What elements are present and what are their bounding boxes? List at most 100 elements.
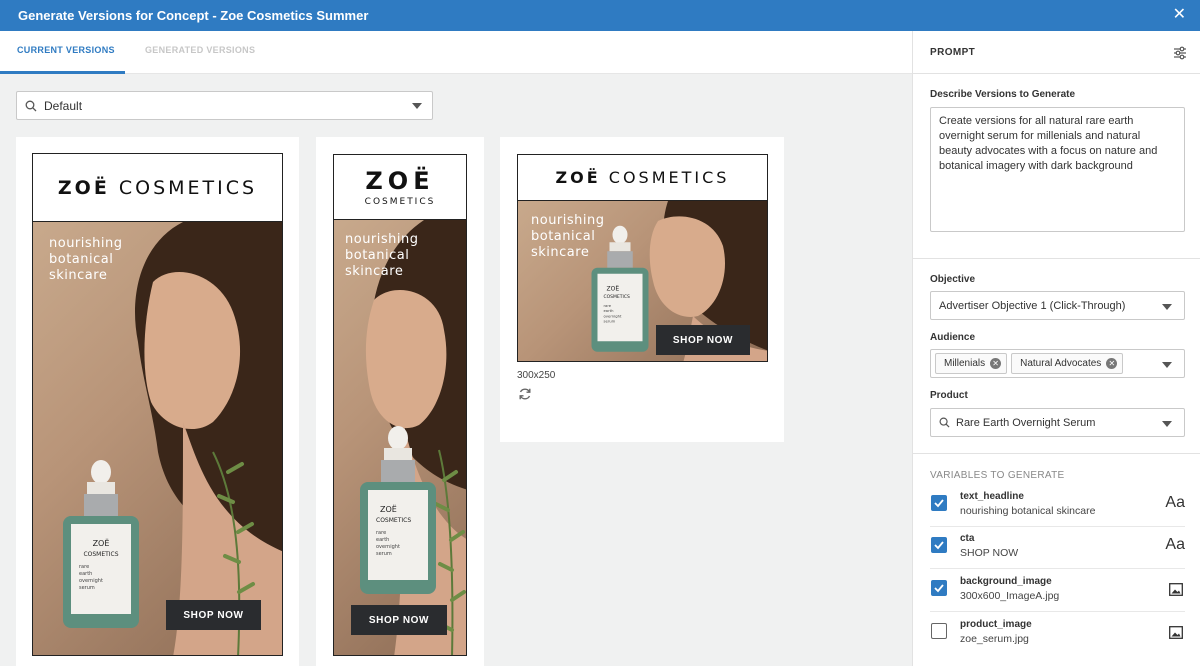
checkbox[interactable] bbox=[931, 495, 947, 511]
ad-background-image: nourishing botanical skincare ZOË COSMET… bbox=[334, 220, 466, 655]
image-icon bbox=[1169, 626, 1183, 639]
ad-preview-160x600: ZOË COSMETICS nourishing botanical skinc… bbox=[333, 154, 467, 656]
svg-text:serum: serum bbox=[376, 551, 392, 557]
tab-bar: CURRENT VERSIONS GENERATED VERSIONS bbox=[0, 31, 912, 74]
variable-row-product-image: product_image zoe_serum.jpg bbox=[930, 613, 1185, 655]
version-card[interactable]: ZOË COSMETICS nourishing botanical skinc… bbox=[316, 137, 484, 666]
variable-name: product_image bbox=[960, 619, 1032, 630]
serum-bottle: ZOË COSMETICS rare earth overnight serum bbox=[591, 225, 649, 352]
version-filter-select[interactable]: Default bbox=[16, 91, 433, 120]
variable-value: zoe_serum.jpg bbox=[960, 633, 1029, 645]
window-title: Generate Versions for Concept - Zoe Cosm… bbox=[18, 8, 369, 23]
svg-text:rare: rare bbox=[604, 304, 612, 308]
version-card[interactable]: ZOË COSMETICS nourishing botanical skinc… bbox=[16, 137, 299, 666]
version-card[interactable]: ZOË COSMETICS nourishing botanical skinc… bbox=[500, 137, 784, 442]
product-value: Rare Earth Overnight Serum bbox=[956, 416, 1096, 429]
tab-generated-versions[interactable]: GENERATED VERSIONS bbox=[145, 45, 255, 55]
ad-cta-button[interactable]: SHOP NOW bbox=[656, 325, 750, 355]
ad-size-label: 300x250 bbox=[517, 370, 556, 381]
brand-name: ZOË bbox=[365, 167, 435, 195]
chevron-down-icon bbox=[1162, 304, 1172, 310]
remove-chip-icon[interactable]: ✕ bbox=[1106, 358, 1118, 369]
svg-text:earth: earth bbox=[376, 537, 389, 543]
objective-value: Advertiser Objective 1 (Click-Through) bbox=[939, 299, 1126, 312]
bottle-brand: ZOË bbox=[93, 538, 110, 548]
text-type-icon: Aa bbox=[1165, 494, 1185, 511]
svg-text:overnight: overnight bbox=[376, 544, 400, 550]
prompt-header: PROMPT bbox=[913, 31, 1200, 74]
product-select[interactable]: Rare Earth Overnight Serum bbox=[930, 408, 1185, 437]
brand-name: ZOË bbox=[57, 176, 110, 199]
refresh-icon[interactable] bbox=[518, 387, 532, 401]
search-icon bbox=[25, 100, 37, 111]
ad-logo-area: ZOË COSMETICS bbox=[334, 155, 466, 220]
audience-chip: Millenials ✕ bbox=[935, 353, 1008, 374]
svg-text:COSMETICS: COSMETICS bbox=[604, 294, 630, 300]
variable-name: text_headline bbox=[960, 491, 1024, 502]
ad-background-image: nourishing botanical skincare ZOË COSMET… bbox=[518, 201, 767, 361]
svg-text:overnight: overnight bbox=[604, 314, 622, 318]
ad-preview-300x600: ZOË COSMETICS nourishing botanical skinc… bbox=[32, 153, 283, 656]
svg-text:earth: earth bbox=[79, 571, 92, 577]
tab-current-versions[interactable]: CURRENT VERSIONS bbox=[17, 45, 115, 55]
chevron-down-icon bbox=[1162, 362, 1172, 368]
title-bar: Generate Versions for Concept - Zoe Cosm… bbox=[0, 0, 1200, 31]
variable-name: background_image bbox=[960, 576, 1052, 587]
svg-text:serum: serum bbox=[79, 585, 95, 591]
svg-text:COSMETICS: COSMETICS bbox=[83, 551, 118, 558]
ad-background-image: nourishing botanical skincare ZOË COSMET… bbox=[33, 222, 282, 655]
svg-text:rare: rare bbox=[376, 530, 386, 536]
audience-multiselect[interactable]: Millenials ✕ Natural Advocates ✕ bbox=[930, 349, 1185, 378]
variables-title: VARIABLES TO GENERATE bbox=[930, 470, 1065, 481]
svg-text:serum: serum bbox=[604, 320, 616, 324]
bottle-brand: ZOË bbox=[380, 504, 397, 514]
variable-value: nourishing botanical skincare bbox=[960, 505, 1096, 517]
checkbox[interactable] bbox=[931, 580, 947, 596]
variable-row-text-headline: text_headline nourishing botanical skinc… bbox=[930, 485, 1185, 527]
brand-name: ZOË bbox=[555, 168, 601, 187]
image-icon bbox=[1169, 583, 1183, 596]
brand-sub: COSMETICS bbox=[364, 197, 436, 207]
divider bbox=[913, 453, 1200, 454]
ad-logo-area: ZOË COSMETICS bbox=[518, 155, 767, 201]
serum-bottle: ZOË COSMETICS rare earth overnight serum bbox=[360, 426, 436, 594]
describe-label: Describe Versions to Generate bbox=[930, 89, 1076, 100]
audience-label: Audience bbox=[930, 332, 976, 343]
active-tab-indicator bbox=[0, 71, 125, 74]
svg-text:overnight: overnight bbox=[79, 578, 103, 584]
remove-chip-icon[interactable]: ✕ bbox=[990, 358, 1002, 369]
bottle-brand: ZOË bbox=[607, 285, 620, 292]
divider bbox=[913, 258, 1200, 259]
ad-cta-button[interactable]: SHOP NOW bbox=[351, 605, 447, 635]
text-type-icon: Aa bbox=[1165, 536, 1185, 553]
product-label: Product bbox=[930, 390, 968, 401]
ad-preview-300x250: ZOË COSMETICS nourishing botanical skinc… bbox=[517, 154, 768, 362]
chevron-down-icon bbox=[1162, 421, 1172, 427]
settings-sliders-icon[interactable] bbox=[1173, 46, 1187, 60]
describe-textarea[interactable]: Create versions for all natural rare ear… bbox=[930, 107, 1185, 232]
checkbox[interactable] bbox=[931, 623, 947, 639]
objective-select[interactable]: Advertiser Objective 1 (Click-Through) bbox=[930, 291, 1185, 320]
audience-chip: Natural Advocates ✕ bbox=[1011, 353, 1124, 374]
checkbox[interactable] bbox=[931, 537, 947, 553]
close-icon[interactable]: ✕ bbox=[1173, 6, 1186, 24]
svg-text:earth: earth bbox=[604, 309, 615, 313]
ad-cta-button[interactable]: SHOP NOW bbox=[166, 600, 261, 630]
variable-value: 300x600_ImageA.jpg bbox=[960, 590, 1060, 602]
variable-row-cta: cta SHOP NOW Aa bbox=[930, 527, 1185, 569]
filter-value: Default bbox=[44, 98, 83, 113]
brand-sub: COSMETICS bbox=[118, 176, 258, 199]
variable-row-background-image: background_image 300x600_ImageA.jpg bbox=[930, 570, 1185, 612]
serum-bottle: ZOË COSMETICS rare earth overnight serum bbox=[63, 460, 139, 628]
ad-logo-area: ZOË COSMETICS bbox=[33, 154, 282, 222]
prompt-title: PROMPT bbox=[930, 47, 976, 58]
variable-value: SHOP NOW bbox=[960, 547, 1019, 559]
prompt-panel: PROMPT Describe Versions to Generate Cre… bbox=[912, 31, 1200, 666]
ad-headline: nourishing botanical skincare bbox=[345, 232, 419, 279]
brand-sub: COSMETICS bbox=[608, 168, 730, 187]
variable-name: cta bbox=[960, 533, 975, 544]
objective-label: Objective bbox=[930, 274, 976, 285]
ad-headline: nourishing botanical skincare bbox=[49, 236, 123, 283]
svg-text:rare: rare bbox=[79, 564, 89, 570]
search-icon bbox=[939, 417, 950, 428]
